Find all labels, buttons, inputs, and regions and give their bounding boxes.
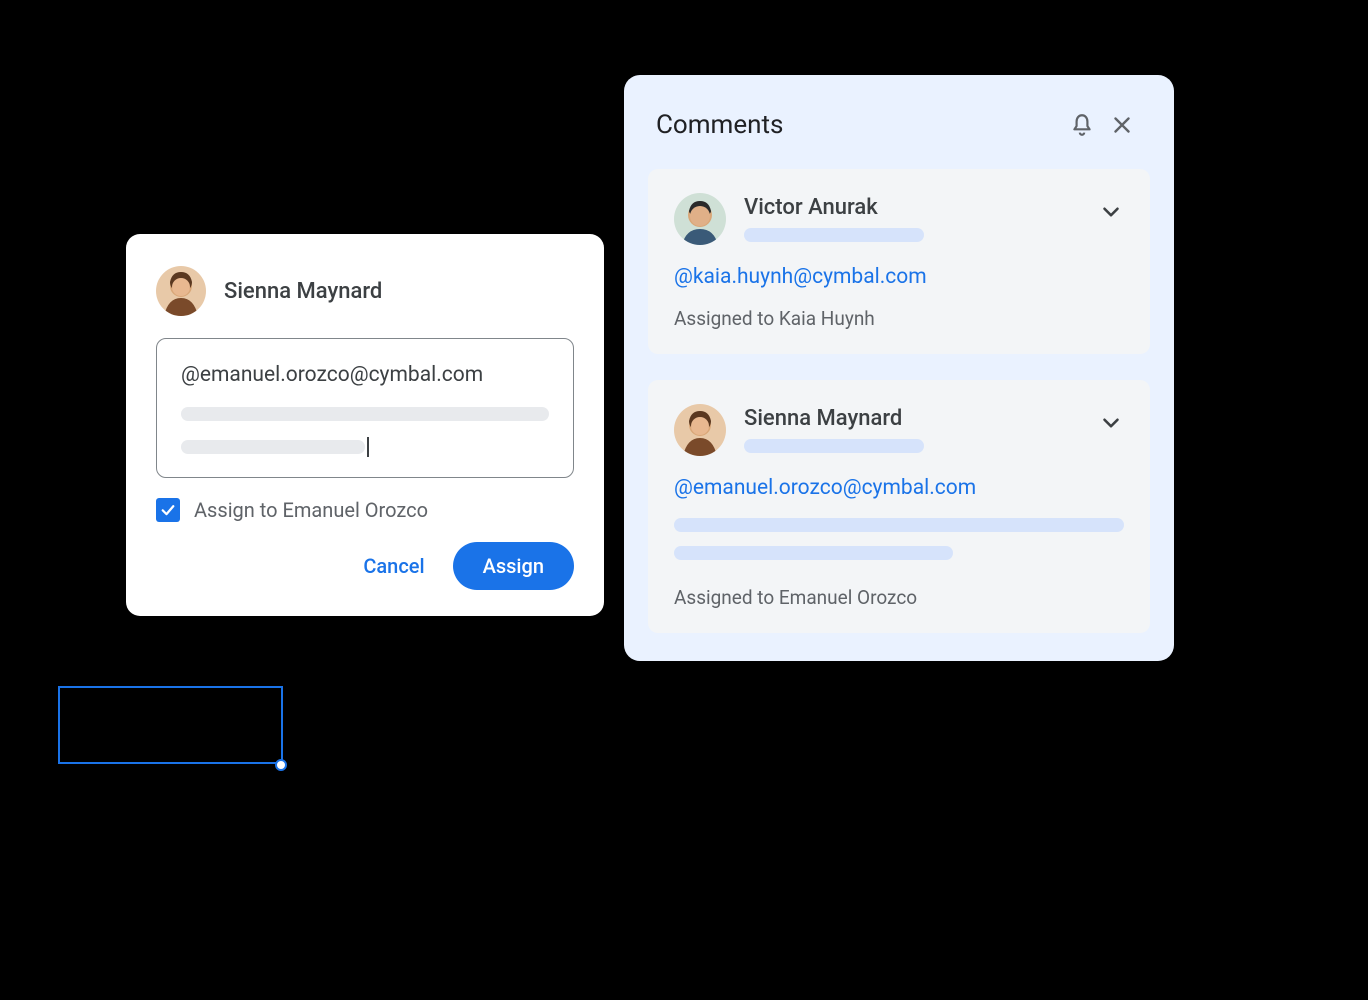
placeholder-line [674, 546, 953, 560]
selection-handle[interactable] [275, 759, 287, 771]
comments-header: Comments [648, 97, 1150, 145]
chevron-down-icon[interactable] [1098, 193, 1124, 229]
assigned-to-text: Assigned to Emanuel Orozco [674, 586, 1124, 609]
assign-checkbox-row: Assign to Emanuel Orozco [156, 498, 574, 522]
comment-card[interactable]: Victor Anurak @kaia.huynh@cymbal.com Ass… [648, 169, 1150, 354]
placeholder-line [674, 518, 1124, 532]
assign-button[interactable]: Assign [453, 542, 574, 590]
text-cursor [367, 437, 369, 457]
assign-checkbox-label: Assign to Emanuel Orozco [194, 498, 428, 522]
mention-text: @emanuel.orozco@cymbal.com [181, 363, 549, 387]
placeholder-line [744, 228, 924, 242]
placeholder-line [744, 439, 924, 453]
comment-compose-card: Sienna Maynard @emanuel.orozco@cymbal.co… [126, 234, 604, 616]
placeholder-line [181, 407, 549, 421]
cancel-button[interactable]: Cancel [343, 544, 444, 588]
notifications-icon[interactable] [1062, 105, 1102, 145]
comment-card[interactable]: Sienna Maynard @emanuel.orozco@cymbal.co… [648, 380, 1150, 633]
compose-author-name: Sienna Maynard [224, 279, 382, 304]
placeholder-line [181, 440, 365, 454]
assign-checkbox[interactable] [156, 498, 180, 522]
comment-author: Sienna Maynard [744, 406, 1080, 431]
cell-selection-rect [58, 686, 283, 764]
avatar [674, 404, 726, 456]
compose-header: Sienna Maynard [156, 266, 574, 316]
assigned-to-text: Assigned to Kaia Huynh [674, 307, 1124, 330]
avatar [674, 193, 726, 245]
comment-input-box[interactable]: @emanuel.orozco@cymbal.com [156, 338, 574, 478]
comment-header: Sienna Maynard [674, 404, 1124, 456]
comments-title: Comments [656, 110, 1062, 140]
comments-panel: Comments [624, 75, 1174, 661]
avatar [156, 266, 206, 316]
comment-mention[interactable]: @emanuel.orozco@cymbal.com [674, 476, 1124, 500]
comment-header: Victor Anurak [674, 193, 1124, 245]
comment-author: Victor Anurak [744, 195, 1080, 220]
chevron-down-icon[interactable] [1098, 404, 1124, 440]
close-icon[interactable] [1102, 105, 1142, 145]
comment-mention[interactable]: @kaia.huynh@cymbal.com [674, 265, 1124, 289]
compose-actions: Cancel Assign [156, 542, 574, 590]
